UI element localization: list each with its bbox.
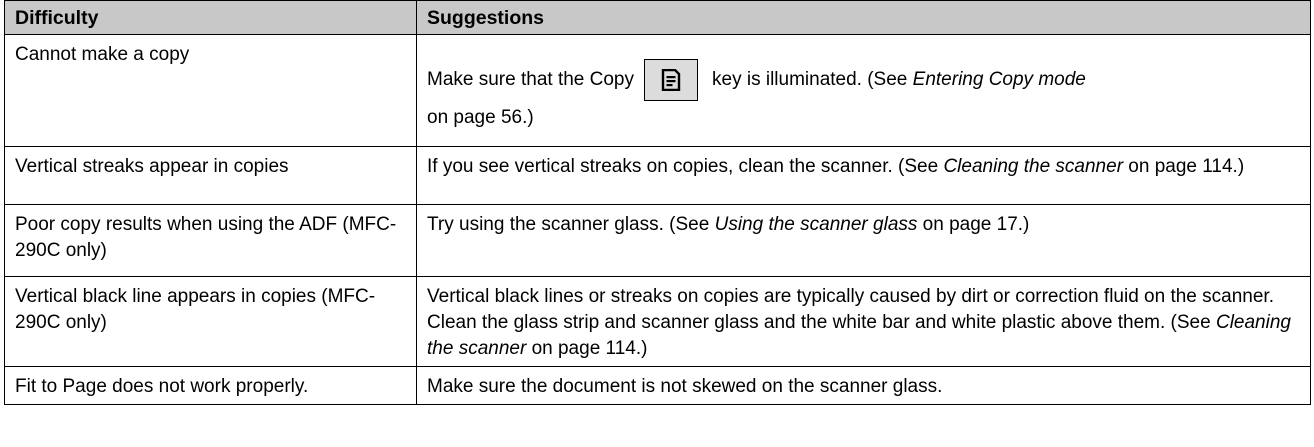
suggestion-text: If you see vertical streaks on copies, c… [427,156,944,177]
copy-key-button [644,59,698,101]
suggestion-cell: If you see vertical streaks on copies, c… [416,146,1311,205]
table-header-row: Difficulty Suggestions [4,0,1311,35]
suggestion-text: Make sure the document is not skewed on … [427,376,943,397]
difficulty-cell: Poor copy results when using the ADF (MF… [4,204,417,277]
header-suggestions: Suggestions [416,0,1311,35]
suggestion-cell: Make sure the document is not skewed on … [416,366,1311,405]
suggestion-text: Try using the scanner glass. (See [427,214,715,235]
difficulty-cell: Vertical black line appears in copies (M… [4,276,417,367]
suggestion-text: on page 114.) [526,338,648,359]
difficulty-cell: Vertical streaks appear in copies [4,146,417,205]
table-row: Vertical black line appears in copies (M… [4,276,1311,367]
suggestion-text: Make sure that the Copy [427,69,634,90]
suggestion-text: on page 114.) [1123,156,1245,177]
difficulty-cell: Fit to Page does not work properly. [4,366,417,405]
suggestion-cell: Make sure that the Copy key is illuminat… [416,34,1311,147]
difficulty-cell: Cannot make a copy [4,34,417,147]
copy-document-icon [661,69,681,91]
cross-reference-link: Cleaning the scanner [943,156,1124,177]
troubleshooting-table: Difficulty Suggestions Cannot make a cop… [4,0,1311,405]
table-row: Cannot make a copy Make sure that the Co… [4,34,1311,147]
suggestion-cell: Vertical black lines or streaks on copie… [416,276,1311,367]
suggestion-cell: Try using the scanner glass. (See Using … [416,204,1311,277]
suggestion-text: on page 56.) [427,107,534,128]
cross-reference-link: Using the scanner glass [714,214,918,235]
suggestion-text: Vertical black lines or streaks on copie… [427,286,1274,333]
table-row: Fit to Page does not work properly. Make… [4,366,1311,405]
suggestion-text: key is illuminated. (See [712,69,913,90]
suggestion-text: on page 17.) [917,214,1030,235]
table-row: Poor copy results when using the ADF (MF… [4,204,1311,277]
table-row: Vertical streaks appear in copies If you… [4,146,1311,205]
cross-reference-link: Entering Copy mode [912,69,1086,90]
header-difficulty: Difficulty [4,0,417,35]
